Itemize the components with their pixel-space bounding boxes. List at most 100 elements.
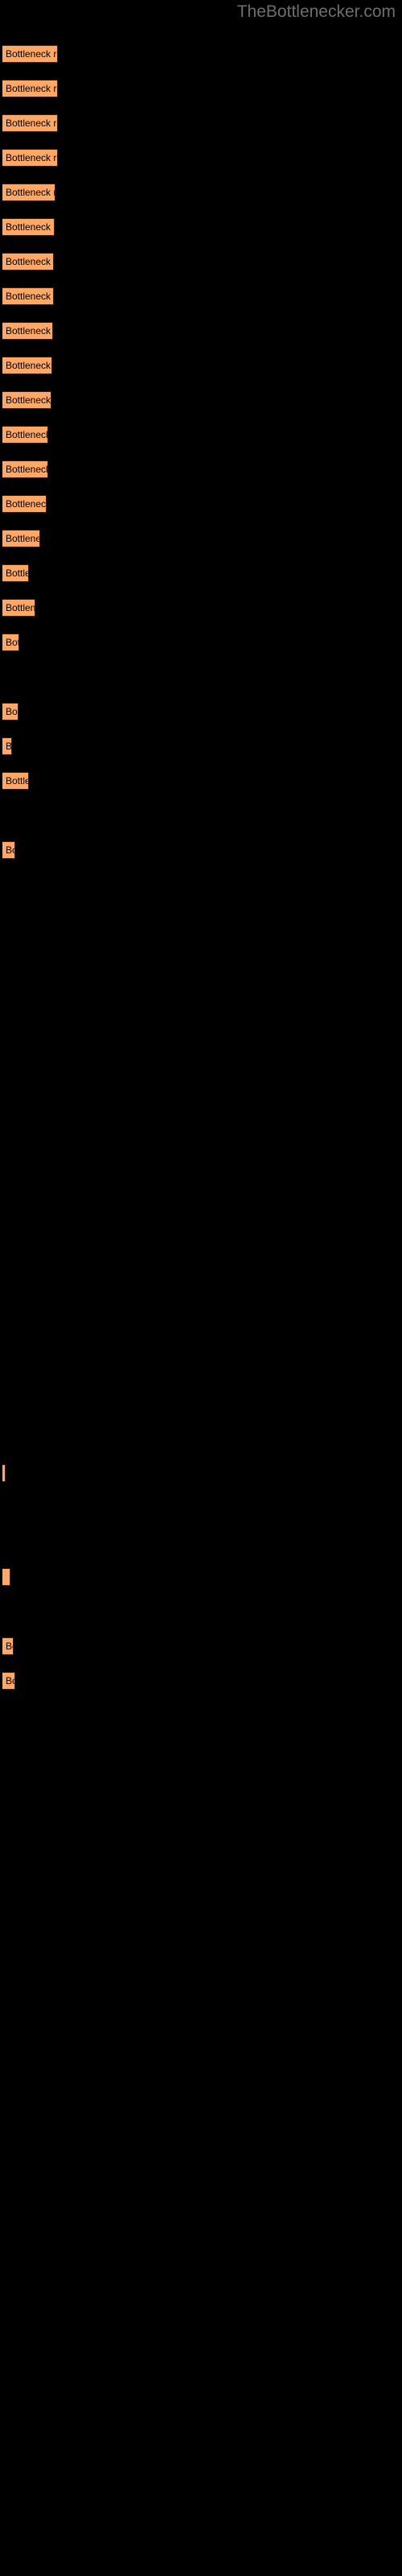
- bar-row: [0, 1118, 402, 1136]
- bar-label: Bottleneck result: [6, 221, 54, 233]
- bar[interactable]: Bottleneck result: [2, 114, 58, 132]
- bar[interactable]: Bottleneck result: [2, 564, 29, 582]
- bar-row: [0, 1360, 402, 1378]
- bar-row: [0, 980, 402, 997]
- bar-label: Bottleneck result: [6, 152, 57, 163]
- bar-label: Bottleneck result: [6, 256, 53, 267]
- bar[interactable]: Bottleneck result: [2, 1637, 14, 1655]
- bar-row: [0, 807, 402, 824]
- bar-row: Bottleneck result: [0, 218, 402, 236]
- bar-row: Bottleneck result: [0, 322, 402, 340]
- bar-row: Bottleneck result: [0, 391, 402, 409]
- bar-row: [0, 1430, 402, 1447]
- bar-row: Bottleneck result: [0, 114, 402, 132]
- bar-row: [0, 1741, 402, 1759]
- bar-row: [0, 1291, 402, 1309]
- bar-label: Bottleneck result: [6, 498, 47, 510]
- bar-label: Bottleneck result: [6, 360, 51, 371]
- bar-row: Bottleneck result: [0, 253, 402, 270]
- bar-row: Bottleneck result: [0, 45, 402, 63]
- bar-row: [0, 1014, 402, 1032]
- bar-label: Bottleneck result: [6, 637, 18, 648]
- bar-label: Bottleneck result: [6, 706, 18, 717]
- bar-label: Bottleneck result: [6, 741, 12, 752]
- bar-row: Bottleneck result: [0, 357, 402, 374]
- bar[interactable]: Bottleneck result: [2, 45, 58, 63]
- bar[interactable]: Bottleneck result: [2, 391, 51, 409]
- bar-label: Bottleneck result: [6, 568, 28, 579]
- bar-label: Bottleneck result: [6, 187, 55, 198]
- bar-row: [0, 1187, 402, 1205]
- bar-row: Bottleneck result: [0, 495, 402, 513]
- bar-row: [0, 1534, 402, 1551]
- bar[interactable]: Bottleneck result: [2, 530, 40, 547]
- bar-label: Bottleneck result: [6, 291, 53, 302]
- bar-row: [0, 1707, 402, 1724]
- bar-label: Bottleneck result: [6, 83, 57, 94]
- plot-area: Bottleneck result Bottleneck result Bottle…: [0, 0, 402, 2576]
- bar[interactable]: Bottleneck result: [2, 772, 29, 790]
- bar[interactable]: Bottleneck result: [2, 253, 54, 270]
- bar-row: [0, 1257, 402, 1274]
- bar[interactable]: [2, 1464, 6, 1482]
- bar-row: Bottleneck result: [0, 599, 402, 617]
- bar[interactable]: Bottleneck result: [2, 149, 58, 167]
- bottleneck-bar-chart: TheBottlenecker.com Bottleneck resultBot…: [0, 0, 402, 2576]
- bar-row: Bottleneck result: [0, 737, 402, 755]
- bar[interactable]: Bottleneck result: [2, 737, 12, 755]
- bar-label: Bottleneck result: [6, 1641, 13, 1652]
- bar-row: Bottleneck result: [0, 772, 402, 790]
- bar-label: Bottleneck result: [6, 1675, 14, 1686]
- bar-row: [0, 1568, 402, 1586]
- bar-row: [0, 1499, 402, 1517]
- bar[interactable]: Bottleneck result: [2, 357, 52, 374]
- bar-row: Bottleneck result: [0, 149, 402, 167]
- bar-row: [0, 1153, 402, 1170]
- bar[interactable]: Bottleneck result: [2, 287, 54, 305]
- bar[interactable]: [2, 1568, 10, 1586]
- bar-row: Bottleneck result: [0, 841, 402, 859]
- bar[interactable]: Bottleneck result: [2, 1672, 15, 1690]
- bar-row: Bottleneck result: [0, 460, 402, 478]
- bar-row: Bottleneck result: [0, 426, 402, 444]
- bar[interactable]: Bottleneck result: [2, 80, 58, 97]
- bar-row: [0, 910, 402, 928]
- bar-row: Bottleneck result: [0, 287, 402, 305]
- bar-row: Bottleneck result: [0, 634, 402, 651]
- bar-label: Bottleneck result: [6, 533, 39, 544]
- bar[interactable]: Bottleneck result: [2, 426, 48, 444]
- bar-label: Bottleneck result: [6, 844, 14, 856]
- bar-row: [0, 1464, 402, 1482]
- bar-row: [0, 1395, 402, 1413]
- bar[interactable]: Bottleneck result: [2, 841, 15, 859]
- bar[interactable]: Bottleneck result: [2, 460, 48, 478]
- bar-row: [0, 945, 402, 963]
- bar-row: Bottleneck result: [0, 184, 402, 201]
- bar-row: [0, 1326, 402, 1344]
- bar-label: Bottleneck result: [6, 118, 57, 129]
- bar-row: Bottleneck result: [0, 1672, 402, 1690]
- bar-row: [0, 1222, 402, 1240]
- bar-label: Bottleneck result: [6, 325, 52, 336]
- bar[interactable]: Bottleneck result: [2, 495, 47, 513]
- bar[interactable]: Bottleneck result: [2, 184, 55, 201]
- bar[interactable]: Bottleneck result: [2, 634, 19, 651]
- bar-label: Bottleneck result: [6, 464, 48, 475]
- bar-row: Bottleneck result: [0, 1637, 402, 1655]
- bar-row: [0, 876, 402, 894]
- bar-row: Bottleneck result: [0, 703, 402, 720]
- bar[interactable]: Bottleneck result: [2, 599, 35, 617]
- bar-label: Bottleneck result: [6, 48, 57, 60]
- bar-label: Bottleneck result: [6, 394, 51, 406]
- bar[interactable]: Bottleneck result: [2, 703, 18, 720]
- bar-row: Bottleneck result: [0, 530, 402, 547]
- bar-label: Bottleneck result: [6, 775, 28, 786]
- bar-row: [0, 1049, 402, 1067]
- bar-row: Bottleneck result: [0, 564, 402, 582]
- bar-row: [0, 1603, 402, 1620]
- bar-row: [0, 1084, 402, 1101]
- bar[interactable]: Bottleneck result: [2, 322, 53, 340]
- bar[interactable]: Bottleneck result: [2, 218, 55, 236]
- bar-label: Bottleneck result: [6, 429, 48, 440]
- bar-row: [0, 668, 402, 686]
